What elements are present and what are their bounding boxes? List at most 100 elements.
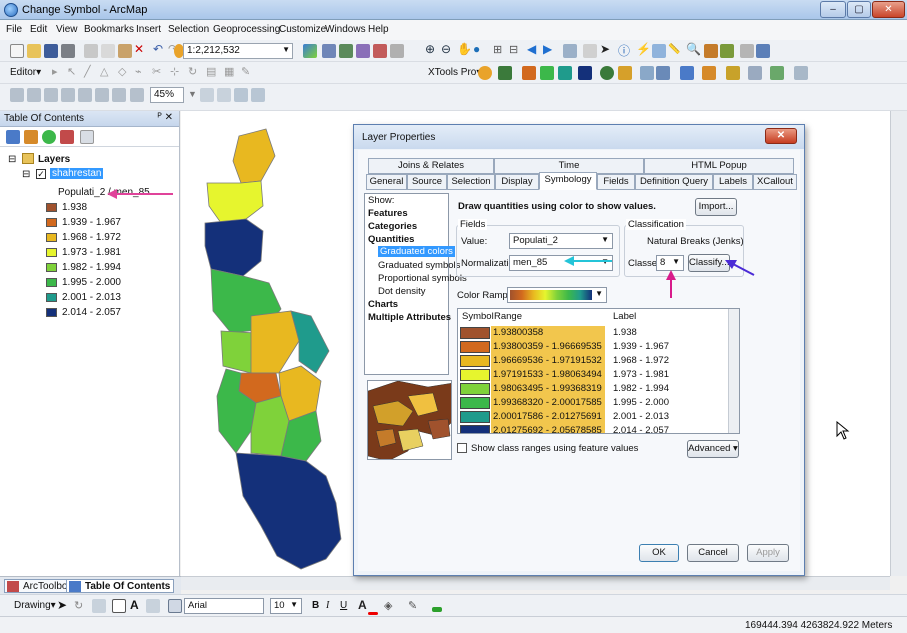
show-graduated-colors[interactable]: Graduated colors xyxy=(378,246,455,257)
info-tools-icon[interactable] xyxy=(618,66,632,80)
tab-joins-relates[interactable]: Joins & Relates xyxy=(368,158,494,174)
time-slider-icon[interactable] xyxy=(740,44,754,58)
class-range[interactable]: 1.96669536 - 1.97191532 xyxy=(491,354,605,368)
legend-swatch[interactable] xyxy=(46,233,57,242)
sketch-properties-icon[interactable]: ▦ xyxy=(224,65,238,79)
class-range[interactable]: 2.01275692 - 2.05678585 xyxy=(491,424,605,433)
toc-pin-close-buttons[interactable]: ᴾ ✕ xyxy=(158,112,173,123)
legend-swatch[interactable] xyxy=(46,203,57,212)
layers-expand-icon[interactable]: ⊟ xyxy=(8,154,16,165)
legend-swatch[interactable] xyxy=(46,248,57,257)
font-size-combo[interactable]: 10 ▼ xyxy=(270,598,302,614)
editor-toolbar-icon[interactable] xyxy=(303,44,317,58)
class-range[interactable]: 1.93800358 xyxy=(491,326,605,340)
cut-icon[interactable] xyxy=(84,44,98,58)
table-row[interactable]: 2.01275692 - 2.05678585 2.014 - 2.057 xyxy=(458,424,728,433)
create-viewer-icon[interactable] xyxy=(756,44,770,58)
tab-html-popup[interactable]: HTML Popup xyxy=(644,158,794,174)
find-route-icon[interactable] xyxy=(704,44,718,58)
settings-icon[interactable] xyxy=(770,66,784,80)
advanced-button[interactable]: Advanced ▾ xyxy=(687,440,739,458)
back-extent-icon[interactable]: ◀ xyxy=(527,42,541,56)
tab-source[interactable]: Source xyxy=(407,174,447,190)
layout-forward-icon[interactable] xyxy=(130,88,144,102)
calculate-geometry-icon[interactable] xyxy=(702,66,716,80)
toc-tab[interactable]: Table Of Contents xyxy=(66,579,175,593)
class-symbol-swatch[interactable] xyxy=(460,383,490,395)
list-by-source-icon[interactable] xyxy=(24,130,38,144)
zoom-whole-page-icon[interactable] xyxy=(61,88,75,102)
class-label[interactable]: 1.995 - 2.000 xyxy=(613,397,669,408)
html-popup-icon[interactable] xyxy=(652,44,666,58)
show-graduated-symbols[interactable]: Graduated symbols xyxy=(378,260,460,271)
hyperlink-icon[interactable]: ⚡ xyxy=(636,42,651,56)
close-window-button[interactable]: ✕ xyxy=(872,1,905,18)
layout-back-icon[interactable] xyxy=(112,88,126,102)
legend-swatch[interactable] xyxy=(46,263,57,272)
bold-button[interactable]: B xyxy=(312,600,319,611)
menu-file[interactable]: File xyxy=(6,24,22,35)
class-range[interactable]: 1.98063495 - 1.99368319 xyxy=(491,382,605,396)
zoom-out-icon[interactable]: ⊖ xyxy=(441,42,455,56)
show-ranges-checkbox[interactable] xyxy=(457,443,467,453)
arctoolbox-icon[interactable] xyxy=(373,44,387,58)
drawing-menu[interactable]: Drawing▾ xyxy=(14,600,56,611)
reports-icon[interactable] xyxy=(680,66,694,80)
rotate-draw-icon[interactable]: ↻ xyxy=(74,599,88,613)
legend-swatch[interactable] xyxy=(46,293,57,302)
table-row[interactable]: 1.99368320 - 2.00017585 1.995 - 2.000 xyxy=(458,396,728,410)
menu-edit[interactable]: Edit xyxy=(30,24,47,35)
cut-polygons-icon[interactable]: ✂ xyxy=(152,65,166,79)
python-icon[interactable] xyxy=(390,44,404,58)
measure-tools-icon[interactable] xyxy=(726,66,740,80)
catalog-icon[interactable] xyxy=(339,44,353,58)
focus-frame-icon[interactable] xyxy=(217,88,231,102)
layer-tools-icon[interactable] xyxy=(600,66,614,80)
menu-geoprocessing[interactable]: Geoprocessing xyxy=(213,24,280,35)
fill-color-icon[interactable]: ◈ xyxy=(384,599,398,613)
class-label[interactable]: 1.968 - 1.972 xyxy=(613,355,669,366)
show-dot-density[interactable]: Dot density xyxy=(378,286,426,297)
paste-icon[interactable] xyxy=(118,44,132,58)
tab-definition-query[interactable]: Definition Query xyxy=(635,174,713,190)
class-range[interactable]: 1.99368320 - 2.00017585 xyxy=(491,396,605,410)
legend-swatch[interactable] xyxy=(46,278,57,287)
toggle-draft-icon[interactable] xyxy=(200,88,214,102)
new-document-icon[interactable] xyxy=(10,44,24,58)
menu-view[interactable]: View xyxy=(56,24,78,35)
editor-menu[interactable]: Editor▾ xyxy=(10,67,41,78)
label-column-header[interactable]: Label xyxy=(613,311,636,322)
font-color-button[interactable]: A xyxy=(358,598,367,612)
xtools-icon[interactable] xyxy=(478,66,492,80)
class-label[interactable]: 1.939 - 1.967 xyxy=(613,341,669,352)
zoom-in-icon[interactable]: ⊕ xyxy=(425,42,439,56)
show-ranges-checkbox-label[interactable]: Show class ranges using feature values xyxy=(471,443,638,454)
fixed-layout-zoom-icon[interactable] xyxy=(95,88,109,102)
show-features[interactable]: Features xyxy=(368,208,408,219)
legend-swatch[interactable] xyxy=(46,218,57,227)
dialog-close-button[interactable]: ✕ xyxy=(765,128,797,144)
find-icon[interactable]: 🔍 xyxy=(686,42,701,56)
ok-button[interactable]: OK xyxy=(639,544,679,562)
font-name-combo[interactable]: Arial xyxy=(184,598,264,614)
edit-vertices-icon[interactable]: ◇ xyxy=(118,65,132,79)
marker-color-icon[interactable] xyxy=(432,607,442,612)
full-extent-icon[interactable]: ● xyxy=(473,42,487,56)
layer-expand-icon[interactable]: ⊟ xyxy=(22,169,30,180)
class-symbol-swatch[interactable] xyxy=(460,397,490,409)
class-symbol-table[interactable]: Symbol Range Label 1.93800358 1.938 1.93… xyxy=(457,308,740,434)
open-folder-icon[interactable] xyxy=(27,44,41,58)
class-range[interactable]: 1.97191533 - 1.98063494 xyxy=(491,368,605,382)
straight-segment-icon[interactable]: ╱ xyxy=(84,65,98,79)
export-icon[interactable] xyxy=(748,66,762,80)
apply-button[interactable]: Apply xyxy=(747,544,789,562)
symbol-column-header[interactable]: Symbol xyxy=(462,311,494,322)
table-row[interactable]: 2.00017586 - 2.01275691 2.001 - 2.013 xyxy=(458,410,728,424)
table-icon[interactable] xyxy=(322,44,336,58)
menu-selection[interactable]: Selection xyxy=(168,24,209,35)
clear-selection-icon[interactable] xyxy=(583,44,597,58)
data-management-icon[interactable] xyxy=(578,66,592,80)
table-row[interactable]: 1.93800358 1.938 xyxy=(458,326,728,340)
layer-visibility-checkbox[interactable]: ✓ xyxy=(36,169,46,179)
table-scrollbar[interactable] xyxy=(728,309,739,433)
